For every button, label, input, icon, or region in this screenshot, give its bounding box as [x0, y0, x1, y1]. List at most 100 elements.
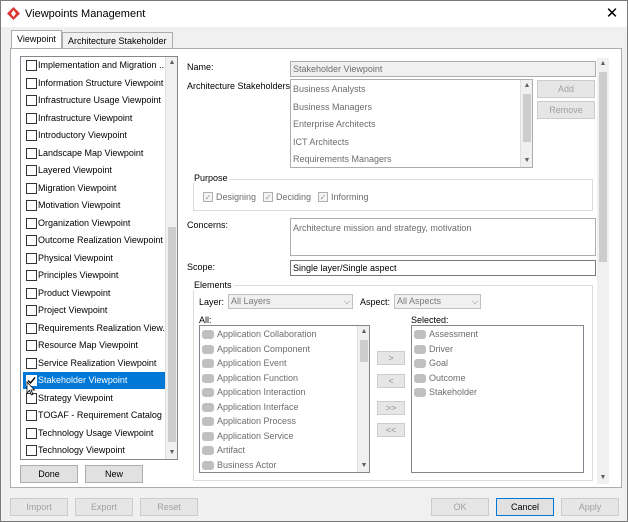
list-item[interactable]: Technology Usage Viewpoint [23, 425, 165, 442]
viewpoint-checkbox[interactable] [26, 287, 37, 299]
viewpoint-checkbox[interactable] [26, 427, 37, 439]
name-field[interactable]: Stakeholder Viewpoint [290, 61, 596, 77]
list-item[interactable]: Principles Viewpoint [23, 267, 165, 284]
list-item[interactable]: Information Structure Viewpoint [23, 75, 165, 92]
viewpoint-checkbox[interactable] [26, 340, 37, 351]
list-item[interactable]: Requirements Realization View... [23, 320, 165, 337]
viewpoint-checkbox[interactable] [26, 445, 37, 456]
viewpoint-list[interactable]: Technology Viewpoint Technology Usage Vie… [20, 56, 178, 460]
viewpoint-checkbox[interactable] [26, 270, 37, 281]
all-elements-scrollbar[interactable]: ▲ ▼ [357, 326, 369, 472]
export-button[interactable]: Export [75, 498, 133, 516]
list-item[interactable]: Product Viewpoint [23, 285, 165, 302]
list-item[interactable]: Migration Viewpoint [23, 180, 165, 197]
viewpoint-checkbox[interactable] [26, 217, 37, 229]
list-item[interactable]: Outcome Realization Viewpoint [23, 232, 165, 249]
list-item[interactable]: Introductory Viewpoint [23, 127, 165, 144]
viewpoint-checkbox[interactable] [26, 410, 37, 421]
scroll-up-icon[interactable]: ▲ [597, 58, 609, 70]
tab-architecture-stakeholder[interactable]: Architecture Stakeholder [62, 32, 173, 49]
concerns-field[interactable]: Architecture mission and strategy, motiv… [290, 218, 596, 256]
list-item[interactable]: Motivation Viewpoint [23, 197, 165, 214]
viewpoint-list-scrollbar[interactable]: ▲ ▼ [165, 57, 177, 459]
list-item[interactable]: Service Realization Viewpoint [23, 355, 165, 372]
list-item[interactable]: Infrastructure Usage Viewpoint [23, 92, 165, 109]
close-icon[interactable]: ✕ [601, 4, 623, 24]
viewpoint-checkbox[interactable] [26, 357, 37, 369]
stakeholders-scrollbar[interactable]: ▲ ▼ [520, 80, 532, 167]
list-item[interactable]: Resource Map Viewpoint [23, 337, 165, 354]
viewpoint-checkbox[interactable] [26, 182, 37, 194]
ok-button[interactable]: OK [431, 498, 489, 516]
scroll-up-icon[interactable]: ▲ [521, 80, 533, 92]
cancel-button[interactable]: Cancel [496, 498, 554, 516]
viewpoint-checkbox[interactable] [26, 235, 37, 246]
list-item[interactable]: Business Analysts [293, 84, 366, 94]
list-item[interactable]: ICT Architects [293, 137, 349, 147]
scope-field[interactable]: Single layer/Single aspect [290, 260, 596, 276]
element-label: Application Component [217, 343, 311, 354]
form-scrollbar[interactable]: ▲ ▼ [597, 58, 609, 484]
remove-stakeholder-button[interactable]: Remove [537, 101, 595, 119]
new-button[interactable]: New [85, 465, 143, 483]
add-element-button[interactable]: > [377, 351, 405, 365]
viewpoint-checkbox[interactable] [26, 60, 37, 71]
list-item[interactable]: TOGAF - Requirement Catalog [23, 407, 165, 424]
viewpoint-checkbox[interactable] [26, 165, 37, 176]
add-all-elements-button[interactable]: >> [377, 401, 405, 415]
list-item[interactable]: Enterprise Architects [293, 119, 376, 129]
viewpoint-label: Infrastructure Viewpoint [38, 112, 133, 123]
scroll-thumb[interactable] [599, 72, 607, 262]
viewpoint-checkbox[interactable] [26, 252, 37, 264]
viewpoint-checkbox[interactable] [26, 77, 37, 89]
list-item[interactable]: Project Viewpoint [23, 302, 165, 319]
viewpoint-checkbox[interactable] [26, 112, 37, 124]
viewpoint-checkbox[interactable] [26, 130, 37, 141]
scroll-down-icon[interactable]: ▼ [166, 447, 177, 459]
layer-select[interactable]: All Layers ⌵ [228, 294, 353, 309]
reset-button[interactable]: Reset [140, 498, 198, 516]
viewpoint-checkbox[interactable] [26, 200, 37, 211]
viewpoint-label: Landscape Map Viewpoint [38, 147, 144, 158]
list-item[interactable]: Business Managers [293, 102, 372, 112]
designing-checkbox[interactable]: ✓ [203, 192, 213, 202]
deciding-checkbox[interactable]: ✓ [263, 192, 273, 202]
add-stakeholder-button[interactable]: Add [537, 80, 595, 98]
import-button[interactable]: Import [10, 498, 68, 516]
list-item[interactable]: Physical Viewpoint [23, 250, 165, 267]
scroll-down-icon[interactable]: ▼ [521, 155, 533, 167]
all-elements-list[interactable]: Business Actor Artifact Application Servic… [199, 325, 370, 473]
viewpoint-checkbox[interactable] [26, 95, 37, 106]
list-item[interactable]: Stakeholder Viewpoint [23, 372, 165, 389]
viewpoint-checkbox[interactable] [26, 322, 37, 334]
scroll-thumb[interactable] [168, 227, 176, 442]
informing-checkbox[interactable]: ✓ [318, 192, 328, 202]
scroll-thumb[interactable] [360, 340, 368, 362]
done-button[interactable]: Done [20, 465, 78, 483]
scroll-up-icon[interactable]: ▲ [166, 57, 177, 69]
layer-value: All Layers [231, 296, 271, 306]
tab-viewpoint[interactable]: Viewpoint [11, 30, 62, 49]
selected-elements-list[interactable]: Stakeholder Outcome Goal Driver Assessment [411, 325, 584, 473]
remove-all-elements-button[interactable]: << [377, 423, 405, 437]
apply-button[interactable]: Apply [561, 498, 619, 516]
list-item[interactable]: Requirements Managers [293, 154, 392, 164]
stakeholders-list[interactable]: Requirements Managers ICT Architects Enter… [290, 79, 533, 168]
list-item[interactable]: Technology Viewpoint [23, 442, 165, 459]
list-item[interactable]: Organization Viewpoint [23, 215, 165, 232]
aspect-select[interactable]: All Aspects ⌵ [394, 294, 481, 309]
scroll-down-icon[interactable]: ▼ [358, 460, 369, 472]
list-item[interactable]: Landscape Map Viewpoint [23, 145, 165, 162]
list-item[interactable]: Strategy Viewpoint [23, 390, 165, 407]
remove-element-button[interactable]: < [377, 374, 405, 388]
assessment-icon [414, 330, 426, 339]
scroll-up-icon[interactable]: ▲ [358, 326, 369, 338]
purpose-label: Purpose [192, 173, 230, 183]
scroll-down-icon[interactable]: ▼ [597, 472, 609, 484]
list-item[interactable]: Layered Viewpoint [23, 162, 165, 179]
scroll-thumb[interactable] [523, 94, 531, 142]
list-item[interactable]: Infrastructure Viewpoint [23, 110, 165, 127]
viewpoint-checkbox[interactable] [26, 147, 37, 159]
list-item[interactable]: Implementation and Migration ... [23, 57, 165, 74]
viewpoint-checkbox[interactable] [26, 305, 37, 316]
